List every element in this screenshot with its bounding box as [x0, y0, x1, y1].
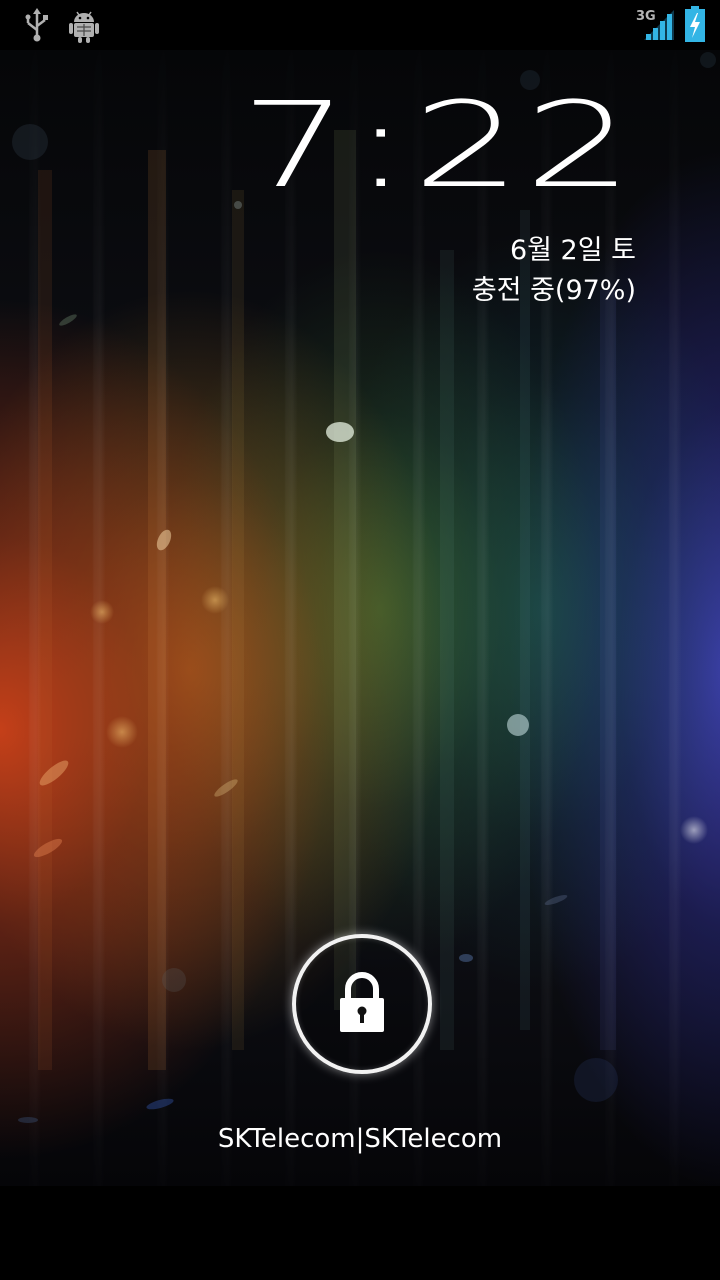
lock-screen: 3G 7:22 6월 2일 토 충전 중(97%) SKTelecom|SKTe… — [0, 0, 720, 1280]
battery-charging-icon — [685, 6, 705, 42]
usb-icon — [25, 8, 48, 42]
lock-icon — [340, 972, 384, 1032]
charging-status-text: 충전 중(97%) — [471, 275, 636, 306]
status-bar: 3G — [0, 0, 720, 50]
carrier-label: SKTelecom|SKTelecom — [217, 1124, 503, 1154]
signal-strength-icon — [644, 10, 674, 40]
unlock-button[interactable] — [292, 934, 432, 1074]
date-text: 6월 2일 토 — [509, 235, 636, 266]
clock-time: 7:22 — [240, 76, 636, 214]
android-debug-icon — [69, 11, 99, 43]
bottom-area — [0, 1186, 720, 1280]
